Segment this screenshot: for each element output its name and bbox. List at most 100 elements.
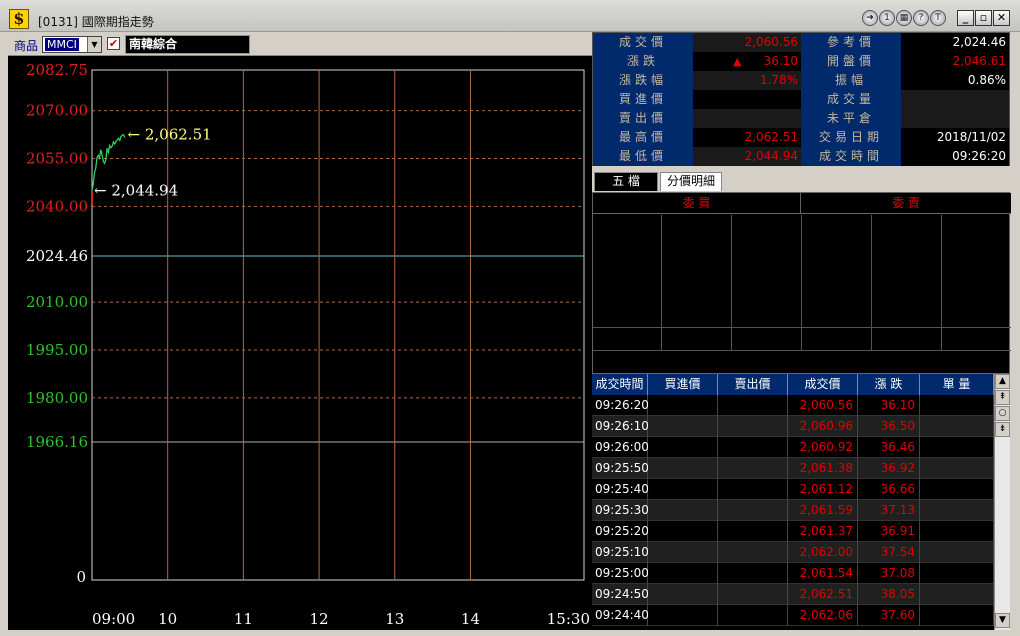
table-row[interactable]: 09:26:10 2,060.96 36.50 [592, 416, 994, 437]
index-name-field: 南韓綜合 [125, 35, 250, 54]
y-tick-label: 2070.00 [26, 102, 88, 120]
quote-row: 最低價 2,044.94 成交時間 09:26:20 [593, 147, 1011, 166]
table-cell: 2,061.37 [788, 521, 858, 542]
page-down-icon[interactable]: ⇟ [995, 422, 1010, 437]
dollar-app-icon[interactable]: $ [9, 9, 29, 29]
table-cell: 2,061.59 [788, 500, 858, 521]
table-cell: 09:24:40 [592, 605, 649, 626]
table-row[interactable]: 09:25:50 2,061.38 36.92 [592, 458, 994, 479]
scroll-up-icon[interactable]: ▲ [995, 374, 1010, 389]
table-cell: 2,060.92 [788, 437, 858, 458]
table-cell [920, 605, 994, 626]
quote-label: 買進價 [593, 90, 693, 109]
sell-header: 委 賣 [801, 193, 1011, 214]
column-header[interactable]: 單 量 [920, 374, 994, 395]
scroll-home-icon[interactable]: ○ [995, 406, 1010, 421]
quote-value [693, 90, 801, 109]
arrow-right-circle-icon[interactable]: ➜ [862, 10, 878, 26]
table-cell [920, 521, 994, 542]
table-cell: 09:26:20 [592, 395, 649, 416]
column-header[interactable]: 賣出價 [718, 374, 788, 395]
calendar-circle-icon[interactable]: ▦ [896, 10, 912, 26]
table-row[interactable]: 09:24:40 2,062.06 37.60 [592, 605, 994, 626]
scroll-down-icon[interactable]: ▼ [995, 613, 1010, 628]
table-cell: 09:25:20 [592, 521, 649, 542]
quote-value: ▲ 36.10 [693, 52, 801, 71]
x-tick-label: 11 [234, 610, 253, 628]
table-cell: 36.46 [858, 437, 920, 458]
quote-label: 最高價 [593, 128, 693, 147]
table-cell: 37.13 [858, 500, 920, 521]
grid-line [941, 215, 942, 351]
scrollbar[interactable]: ▲ ⇞ ○ ⇟ ▼ [994, 374, 1010, 630]
column-header[interactable]: 成交價 [788, 374, 858, 395]
column-header[interactable]: 買進價 [648, 374, 718, 395]
quote-label: 漲跌 [593, 52, 693, 71]
table-row[interactable]: 09:25:00 2,061.54 37.08 [592, 563, 994, 584]
quote-value-text: 36.10 [763, 54, 798, 68]
table-row[interactable]: 09:26:00 2,060.92 36.46 [592, 437, 994, 458]
quote-row: 漲跌 ▲ 36.10 開盤價 2,046.61 [593, 52, 1011, 71]
close-icon[interactable]: ✕ [993, 10, 1010, 26]
intraday-chart: 2082.75 2070.00 2055.00 2040.00 2024.46 2010.… [8, 56, 592, 630]
x-tick-label: 10 [158, 610, 177, 628]
quote-label: 未平倉 [801, 109, 901, 128]
table-cell: 09:25:10 [592, 542, 649, 563]
table-row[interactable]: 09:25:30 2,061.59 37.13 [592, 500, 994, 521]
question-circle-icon[interactable]: ? [913, 10, 929, 26]
checkbox-icon[interactable]: ✔ [107, 37, 120, 50]
column-header[interactable]: 漲 跌 [858, 374, 920, 395]
table-cell: 38.05 [858, 584, 920, 605]
table-row[interactable]: 09:26:20 2,060.56 36.10 [592, 395, 994, 416]
quote-label: 成交時間 [801, 147, 901, 166]
page-up-icon[interactable]: ⇞ [995, 390, 1010, 405]
table-cell [648, 500, 718, 521]
quote-row: 買進價 成交量 [593, 90, 1011, 109]
number-one-circle-icon[interactable]: 1 [879, 10, 895, 26]
maximize-icon[interactable]: ▫ [975, 10, 992, 26]
minimize-icon[interactable]: _ [957, 10, 974, 26]
quote-value-text: 2,062.51 [744, 130, 798, 144]
table-cell [648, 584, 718, 605]
table-cell [920, 584, 994, 605]
table-row[interactable]: 09:25:20 2,061.37 36.91 [592, 521, 994, 542]
product-select[interactable]: MMCI ▼ [42, 36, 102, 53]
table-cell: 2,062.00 [788, 542, 858, 563]
chart-panel: 商品 MMCI ▼ ✔ 南韓綜合 2082.75 2070.00 2055.00 20… [8, 32, 592, 630]
quote-value: 1.78% [693, 71, 801, 90]
table-cell: 09:24:50 [592, 584, 649, 605]
tab-five-levels[interactable]: 五 檔 [594, 172, 658, 191]
table-cell [718, 479, 788, 500]
grid-line [593, 327, 1011, 328]
high-annotation: ← 2,062.51 [128, 126, 212, 144]
column-header[interactable]: 成交時間 [592, 374, 648, 395]
table-cell: 09:25:40 [592, 479, 649, 500]
table-row[interactable]: 09:25:40 2,061.12 36.66 [592, 479, 994, 500]
tab-price-detail[interactable]: 分價明細 [660, 172, 722, 191]
quote-value [901, 90, 1009, 109]
table-cell [648, 479, 718, 500]
trades-table: 成交時間 買進價 賣出價 成交價漲 跌單 量 09:26:20 2,060.56 36.1… [592, 374, 1010, 630]
quote-value-text: 1.78% [759, 73, 798, 87]
y-tick-label: 1995.00 [26, 341, 88, 359]
table-cell [718, 416, 788, 437]
product-label: 商品 [14, 39, 39, 53]
grid-line [731, 215, 732, 351]
quote-value: 2,062.51 [693, 128, 801, 147]
table-cell [648, 563, 718, 584]
volume-zero-label: 0 [76, 568, 86, 586]
table-cell: 09:25:50 [592, 458, 649, 479]
table-cell [718, 563, 788, 584]
quote-value-text: 2,060.56 [744, 35, 798, 49]
table-row[interactable]: 09:25:10 2,062.00 37.54 [592, 542, 994, 563]
table-cell [920, 416, 994, 437]
chart-background [8, 56, 592, 630]
table-cell [718, 395, 788, 416]
quote-label: 交易日期 [801, 128, 901, 147]
table-row[interactable]: 09:24:50 2,062.51 38.05 [592, 584, 994, 605]
table-cell: 36.66 [858, 479, 920, 500]
table-cell [920, 437, 994, 458]
trades-header: 成交時間 買進價 賣出價 成交價漲 跌單 量 [592, 374, 994, 395]
chevron-down-icon[interactable]: ▼ [87, 37, 101, 52]
letter-t-circle-icon[interactable]: T [930, 10, 946, 26]
